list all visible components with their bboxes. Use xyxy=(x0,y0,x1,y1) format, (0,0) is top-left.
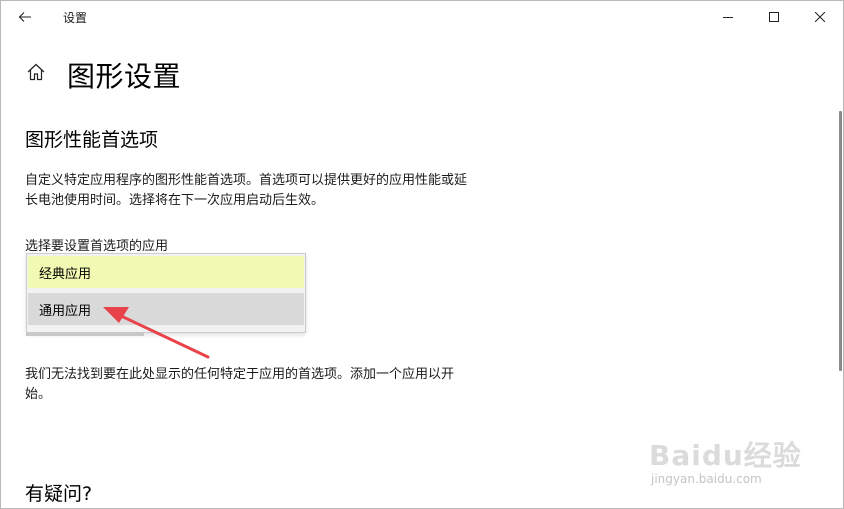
minimize-icon xyxy=(723,12,733,22)
app-selector-dropdown[interactable]: 经典应用 通用应用 xyxy=(26,253,306,333)
option-label: 经典应用 xyxy=(39,266,92,282)
settings-window: 设置 图形设置 图形性能首选项 自定义特定应用程序的图形性能首选项。首选项可以提… xyxy=(0,0,844,509)
window-controls xyxy=(705,1,843,33)
watermark: Baidu经验 jingyan.baidu.com xyxy=(649,434,809,494)
home-button[interactable] xyxy=(25,63,47,85)
close-button[interactable] xyxy=(797,1,843,33)
maximize-icon xyxy=(769,12,779,22)
section-description: 自定义特定应用程序的图形性能首选项。首选项可以提供更好的应用性能或延长电池使用时… xyxy=(25,173,468,208)
scrollbar[interactable] xyxy=(839,111,842,371)
title-bar: 设置 xyxy=(1,1,843,33)
window-title: 设置 xyxy=(63,11,88,25)
minimize-button[interactable] xyxy=(705,1,751,33)
page-title: 图形设置 xyxy=(67,60,182,93)
option-label: 通用应用 xyxy=(39,303,92,319)
maximize-button[interactable] xyxy=(751,1,797,33)
dropdown-underline xyxy=(26,332,144,336)
arrow-left-icon xyxy=(18,8,32,27)
back-button[interactable] xyxy=(9,5,41,29)
section-heading: 图形性能首选项 xyxy=(25,129,159,151)
option-universal-app[interactable]: 通用应用 xyxy=(28,293,304,325)
empty-preferences-message: 我们无法找到要在此处显示的任何特定于应用的首选项。添加一个应用以开始。 xyxy=(25,367,455,402)
watermark-url: jingyan.baidu.com xyxy=(651,472,762,486)
home-icon xyxy=(26,62,46,86)
watermark-brand: Baidu经验 xyxy=(649,439,802,472)
app-selector-label: 选择要设置首选项的应用 xyxy=(25,239,169,254)
option-classic-app[interactable]: 经典应用 xyxy=(28,256,304,288)
close-icon xyxy=(815,12,825,22)
faq-heading: 有疑问? xyxy=(25,483,93,505)
